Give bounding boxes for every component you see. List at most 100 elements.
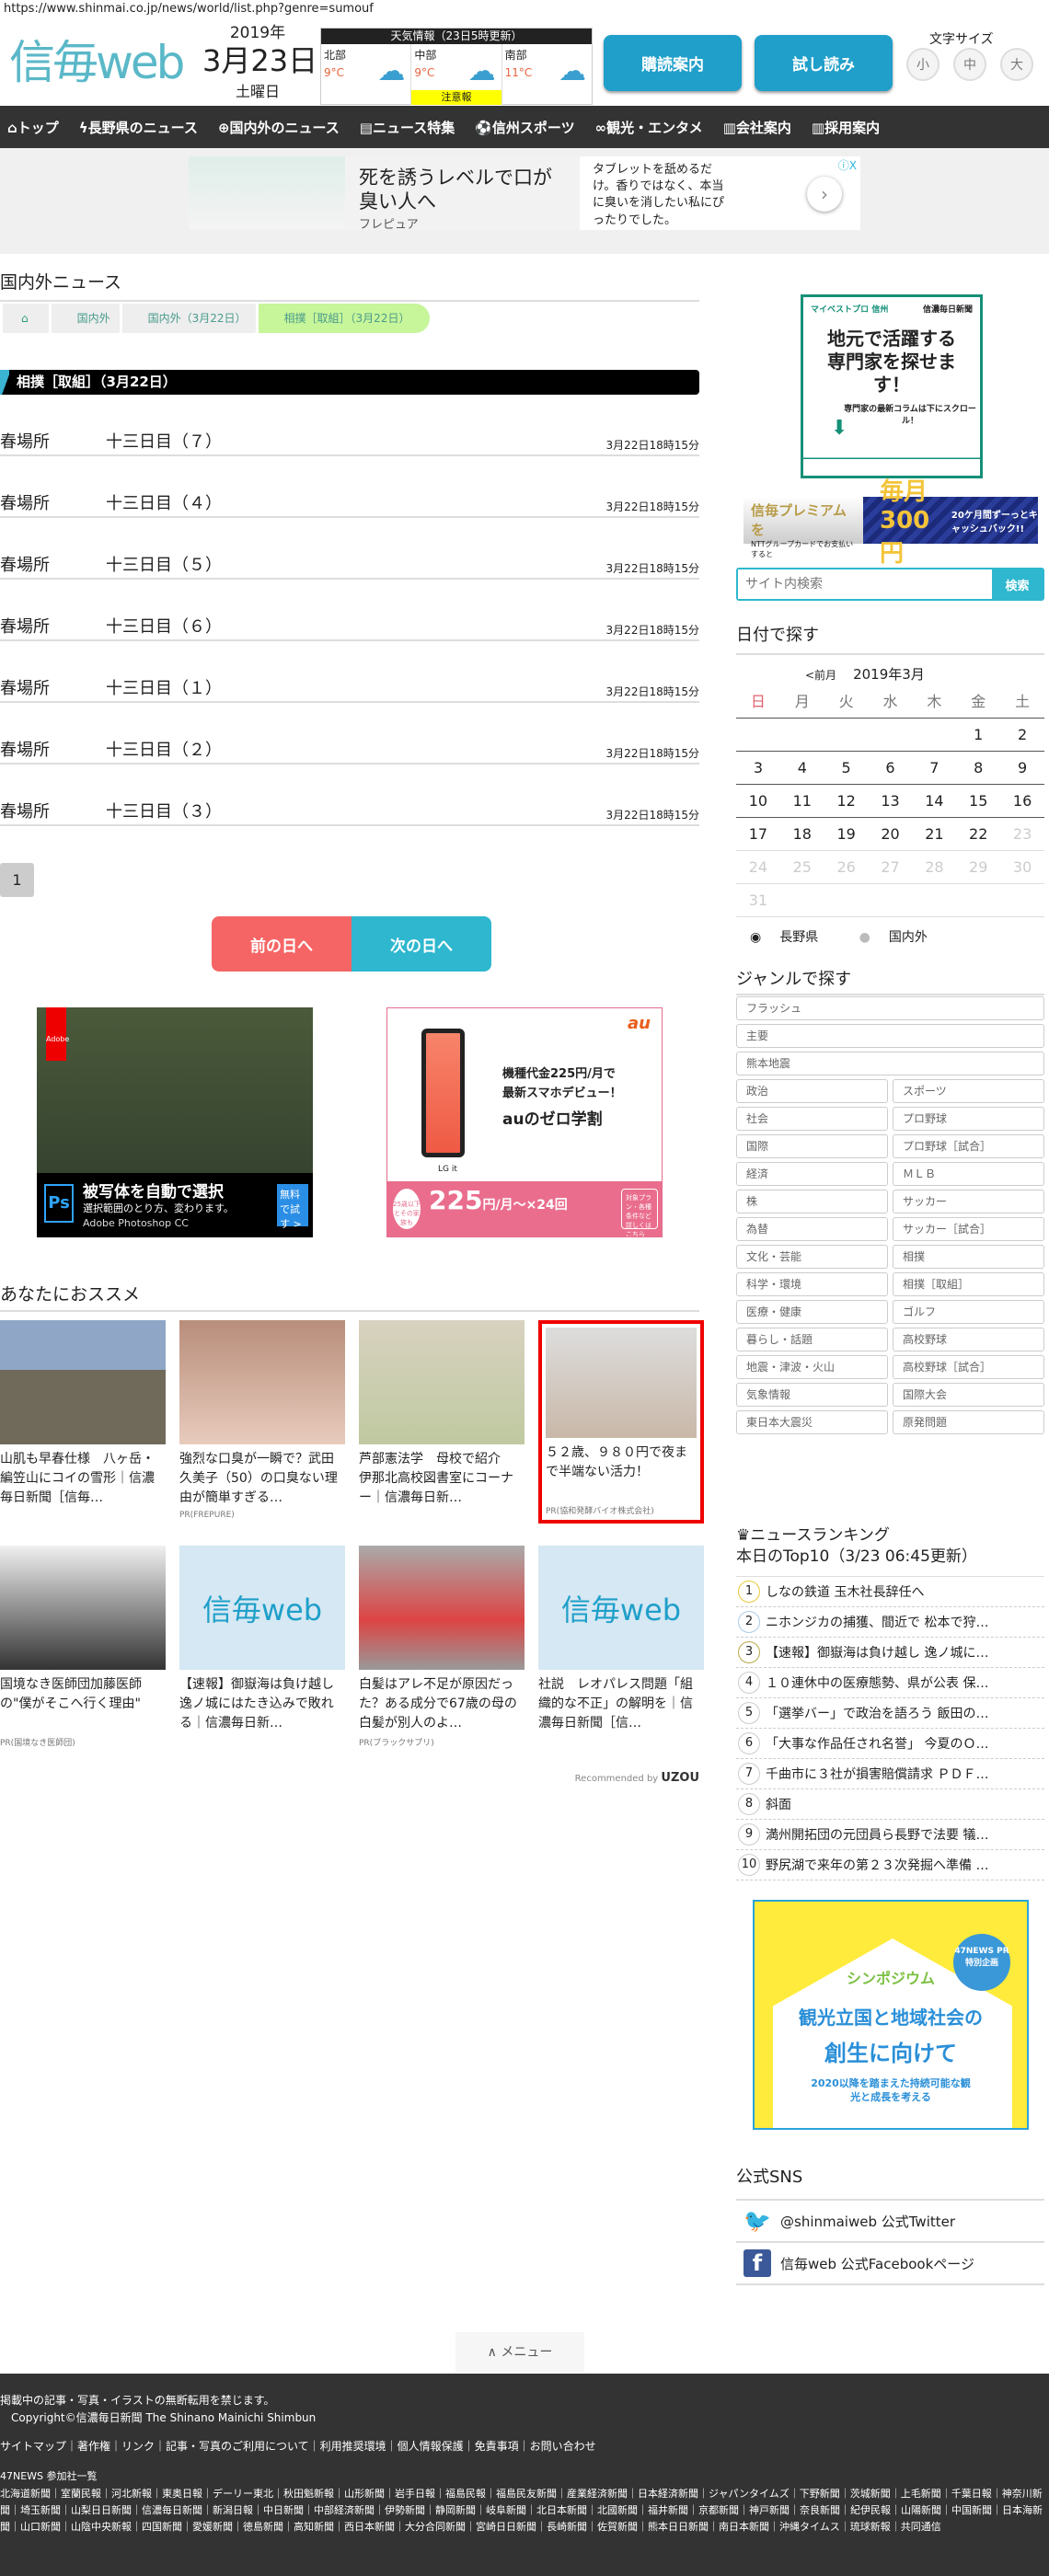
card-title[interactable]: 国境なき医師団加藤医師の"僕がそこへ行く理由": [0, 1675, 166, 1734]
font-size-large-button[interactable]: 大: [1000, 48, 1033, 81]
nav-company[interactable]: ▥会社案内: [723, 118, 791, 137]
calendar-day[interactable]: 2: [1000, 719, 1044, 751]
calendar-day[interactable]: 9: [1000, 752, 1044, 784]
genre-button[interactable]: 株: [736, 1190, 888, 1213]
radio-nagano[interactable]: ◉ 長野県: [750, 930, 836, 945]
ranking-title[interactable]: １０連休中の医療態勢、県が公表 保…: [766, 1673, 988, 1692]
menu-button[interactable]: ∧ メニュー: [455, 2332, 584, 2373]
calendar-day[interactable]: 15: [956, 785, 1000, 817]
breadcrumb-item[interactable]: 国内外: [48, 304, 131, 333]
genre-button[interactable]: フラッシュ: [736, 996, 1044, 1020]
calendar-day[interactable]: 5: [824, 752, 869, 784]
ranking-item[interactable]: 6 「大事な作品任され名誉」 今夏のＯ…: [736, 1729, 1044, 1759]
ranking-item[interactable]: 8 斜面: [736, 1789, 1044, 1820]
genre-button[interactable]: 原発問題: [893, 1410, 1044, 1434]
search-button[interactable]: 検索: [992, 569, 1043, 599]
au-ad[interactable]: LG it au 機種代金225円/月で 最新スマホデビュー！ auのゼロ学割 25…: [386, 1007, 663, 1237]
genre-button[interactable]: 相撲: [893, 1245, 1044, 1269]
genre-button[interactable]: 社会: [736, 1107, 888, 1131]
calendar-day[interactable]: 19: [824, 818, 869, 850]
card-title[interactable]: ５２歳、９８０円で夜まで半端ない活力！: [546, 1443, 697, 1502]
list-item[interactable]: 春場所 十三日目（１） 3月22日18時15分: [0, 677, 699, 703]
card-title[interactable]: 【速報】御嶽海は負け越し 逸ノ城にはたき込みで敗れる｜信濃毎日新…: [179, 1675, 345, 1734]
calendar-day[interactable]: 18: [780, 818, 824, 850]
recommend-card[interactable]: 山肌も早春仕様 八ヶ岳・編笠山にコイの雪形｜信濃毎日新聞［信毎…: [0, 1320, 166, 1509]
item-title[interactable]: 十三日目（６）: [106, 614, 222, 638]
weather-south[interactable]: 南部 11°C ☁: [502, 44, 592, 105]
list-item[interactable]: 春場所 十三日目（３） 3月22日18時15分: [0, 800, 699, 826]
item-title[interactable]: 十三日目（２）: [106, 737, 222, 761]
genre-button[interactable]: 地震・津波・火山: [736, 1355, 888, 1379]
nav-sports[interactable]: ⚽信州スポーツ: [475, 118, 574, 137]
genre-button[interactable]: 高校野球: [893, 1328, 1044, 1351]
next-day-button[interactable]: 次の日へ: [352, 916, 491, 972]
recommend-card[interactable]: 信毎web 【速報】御嶽海は負け越し 逸ノ城にはたき込みで敗れる｜信濃毎日新…: [179, 1546, 345, 1734]
calendar-day[interactable]: 12: [824, 785, 869, 817]
list-item[interactable]: 春場所 十三日目（４） 3月22日18時15分: [0, 492, 699, 518]
ranking-item[interactable]: 5 「選挙バー」で政治を語ろう 飯田の…: [736, 1698, 1044, 1729]
chevron-right-icon[interactable]: ›: [807, 177, 842, 212]
genre-button[interactable]: 文化・芸能: [736, 1245, 888, 1269]
nav-features[interactable]: ▤ニュース特集: [360, 118, 455, 137]
recommend-card[interactable]: ５２歳、９８０円で夜まで半端ない活力！ PR(協和発酵バイオ株式会社): [538, 1320, 704, 1524]
weather-central[interactable]: 中部 9°C ☁ 注意報: [411, 44, 502, 105]
recommend-card[interactable]: 白髪はアレ不足が原因だった？ある成分で67歳の母の白髪が別人のよ… PR(ブラック…: [359, 1546, 524, 1748]
subscribe-button[interactable]: 購読案内: [604, 35, 742, 91]
ranking-item[interactable]: 3 【速報】御嶽海は負け越し 逸ノ城に…: [736, 1638, 1044, 1668]
page-1-button[interactable]: 1: [0, 863, 34, 897]
item-title[interactable]: 十三日目（４）: [106, 490, 222, 514]
recommend-card[interactable]: 芦部憲法学 母校で紹介 伊那北高校図書室にコーナー｜信濃毎日新…: [359, 1320, 524, 1509]
url-bar[interactable]: https://www.shinmai.co.jp/news/world/lis…: [4, 2, 374, 16]
calendar-day[interactable]: 10: [736, 785, 780, 817]
ranking-title[interactable]: しなの鉄道 玉木社長辞任へ: [766, 1582, 924, 1601]
breadcrumb-item[interactable]: 国内外（3月22日）: [119, 304, 267, 333]
nav-nagano[interactable]: ϟ長野県のニュース: [79, 118, 198, 137]
facebook-link[interactable]: f 信毎web 公式Facebookページ: [736, 2243, 1044, 2285]
font-size-small-button[interactable]: 小: [906, 48, 939, 81]
ranking-item[interactable]: 7 千曲市に３社が損害賠償請求 ＰＤＦ…: [736, 1759, 1044, 1789]
genre-button[interactable]: プロ野球: [893, 1107, 1044, 1131]
genre-button[interactable]: 暮らし・話題: [736, 1328, 888, 1351]
calendar-day[interactable]: 14: [912, 785, 956, 817]
genre-button[interactable]: 主要: [736, 1024, 1044, 1048]
premium-banner[interactable]: 信毎プレミアムを NTTグループカードでお支払いすると 毎月300円 20ケ月間ずー…: [744, 478, 1038, 568]
ranking-title[interactable]: 「選挙バー」で政治を語ろう 飯田の…: [766, 1704, 988, 1722]
ranking-item[interactable]: 1 しなの鉄道 玉木社長辞任へ: [736, 1577, 1044, 1607]
genre-button[interactable]: 相撲［取組］: [893, 1272, 1044, 1296]
trial-button[interactable]: 試し読み: [755, 35, 893, 91]
ranking-title[interactable]: 【速報】御嶽海は負け越し 逸ノ城に…: [766, 1643, 988, 1662]
ranking-item[interactable]: 9 満州開拓団の元団員ら長野で法要 犠…: [736, 1820, 1044, 1850]
card-title[interactable]: 強烈な口臭が一瞬で？武田久美子（50）の口臭ない理由が簡単すぎる…: [179, 1450, 345, 1509]
recommend-card[interactable]: 信毎web 社説 レオパレス問題「組織的な不正」の解明を｜信濃毎日新聞［信…: [538, 1546, 704, 1734]
site-logo[interactable]: 信毎web: [9, 29, 198, 96]
genre-button[interactable]: 政治: [736, 1079, 888, 1103]
genre-button[interactable]: 熊本地震: [736, 1052, 1044, 1075]
ranking-title[interactable]: 斜面: [766, 1795, 791, 1813]
genre-button[interactable]: 気象情報: [736, 1383, 888, 1407]
genre-button[interactable]: 経済: [736, 1162, 888, 1186]
genre-button[interactable]: 医療・健康: [736, 1300, 888, 1324]
calendar-day[interactable]: 4: [780, 752, 824, 784]
ranking-title[interactable]: 野尻湖で来年の第２３次発掘へ準備 …: [766, 1856, 988, 1874]
recommend-card[interactable]: 強烈な口臭が一瞬で？武田久美子（50）の口臭ない理由が簡単すぎる… PR(FREP…: [179, 1320, 345, 1520]
nav-tourism[interactable]: ∞観光・エンタメ: [595, 118, 703, 137]
genre-button[interactable]: 東日本大震災: [736, 1410, 888, 1434]
genre-button[interactable]: 為替: [736, 1217, 888, 1241]
47news-members[interactable]: 北海道新聞｜室蘭民報｜河北新報｜東奥日報｜デーリー東北｜秋田魁新報｜山形新聞｜岩…: [0, 2486, 1049, 2536]
genre-button[interactable]: スポーツ: [893, 1079, 1044, 1103]
ranking-title[interactable]: 「大事な作品任され名誉」 今夏のＯ…: [766, 1734, 988, 1753]
calendar-day[interactable]: 3: [736, 752, 780, 784]
ad-close-icon[interactable]: ⓘX: [838, 158, 857, 174]
calendar-day[interactable]: 8: [956, 752, 1000, 784]
item-title[interactable]: 十三日目（３）: [106, 799, 222, 822]
genre-button[interactable]: 国際: [736, 1134, 888, 1158]
prev-day-button[interactable]: 前の日へ: [212, 916, 352, 972]
footer-links[interactable]: サイトマップ｜著作権｜リンク｜記事・写真のご利用について｜利用推奨環境｜個人情報…: [0, 2438, 1049, 2454]
mybestpro-ad[interactable]: マイベストプロ 信州 信濃毎日新聞 地元で活躍する専門家を探せます！ 専門家の最新…: [801, 294, 983, 478]
prev-month-link[interactable]: <前月: [805, 669, 836, 682]
search-input[interactable]: [738, 569, 992, 599]
calendar-day[interactable]: 17: [736, 818, 780, 850]
ranking-title[interactable]: 満州開拓団の元団員ら長野で法要 犠…: [766, 1825, 988, 1844]
calendar-day[interactable]: 21: [912, 818, 956, 850]
calendar-day[interactable]: 1: [956, 719, 1000, 751]
